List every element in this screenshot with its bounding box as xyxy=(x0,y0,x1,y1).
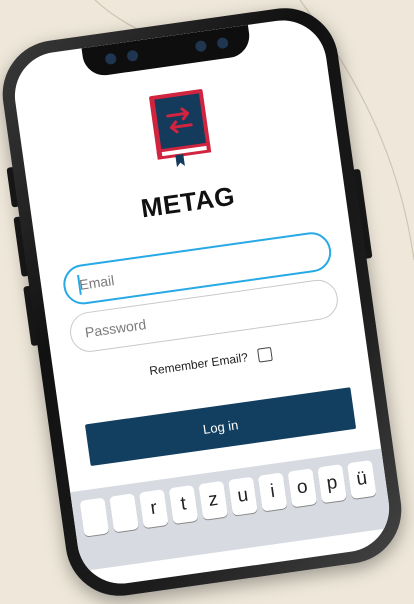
keyboard-key[interactable]: o xyxy=(287,468,318,508)
keyboard-row: r t z u i o p ü xyxy=(79,459,377,537)
camera-icon xyxy=(216,36,229,50)
login-button[interactable]: Log in xyxy=(84,387,357,467)
keyboard-key[interactable]: i xyxy=(257,472,288,512)
remember-email-checkbox[interactable] xyxy=(256,346,273,363)
keyboard-key[interactable]: r xyxy=(138,489,169,529)
keyboard-key[interactable] xyxy=(79,497,110,537)
book-logo-icon xyxy=(149,89,212,168)
sensor-icon xyxy=(126,49,139,62)
camera-icon xyxy=(104,52,117,66)
keyboard-key[interactable]: p xyxy=(317,464,347,504)
keyboard-key[interactable]: u xyxy=(228,476,258,516)
keyboard-key[interactable]: t xyxy=(168,484,199,525)
keyboard-key[interactable]: z xyxy=(198,480,229,520)
keyboard-key[interactable] xyxy=(109,493,139,533)
camera-icon xyxy=(194,39,208,53)
keyboard-key[interactable]: ü xyxy=(346,459,377,500)
app-title: METAG xyxy=(139,180,237,224)
remember-email-label: Remember Email? xyxy=(148,350,249,378)
